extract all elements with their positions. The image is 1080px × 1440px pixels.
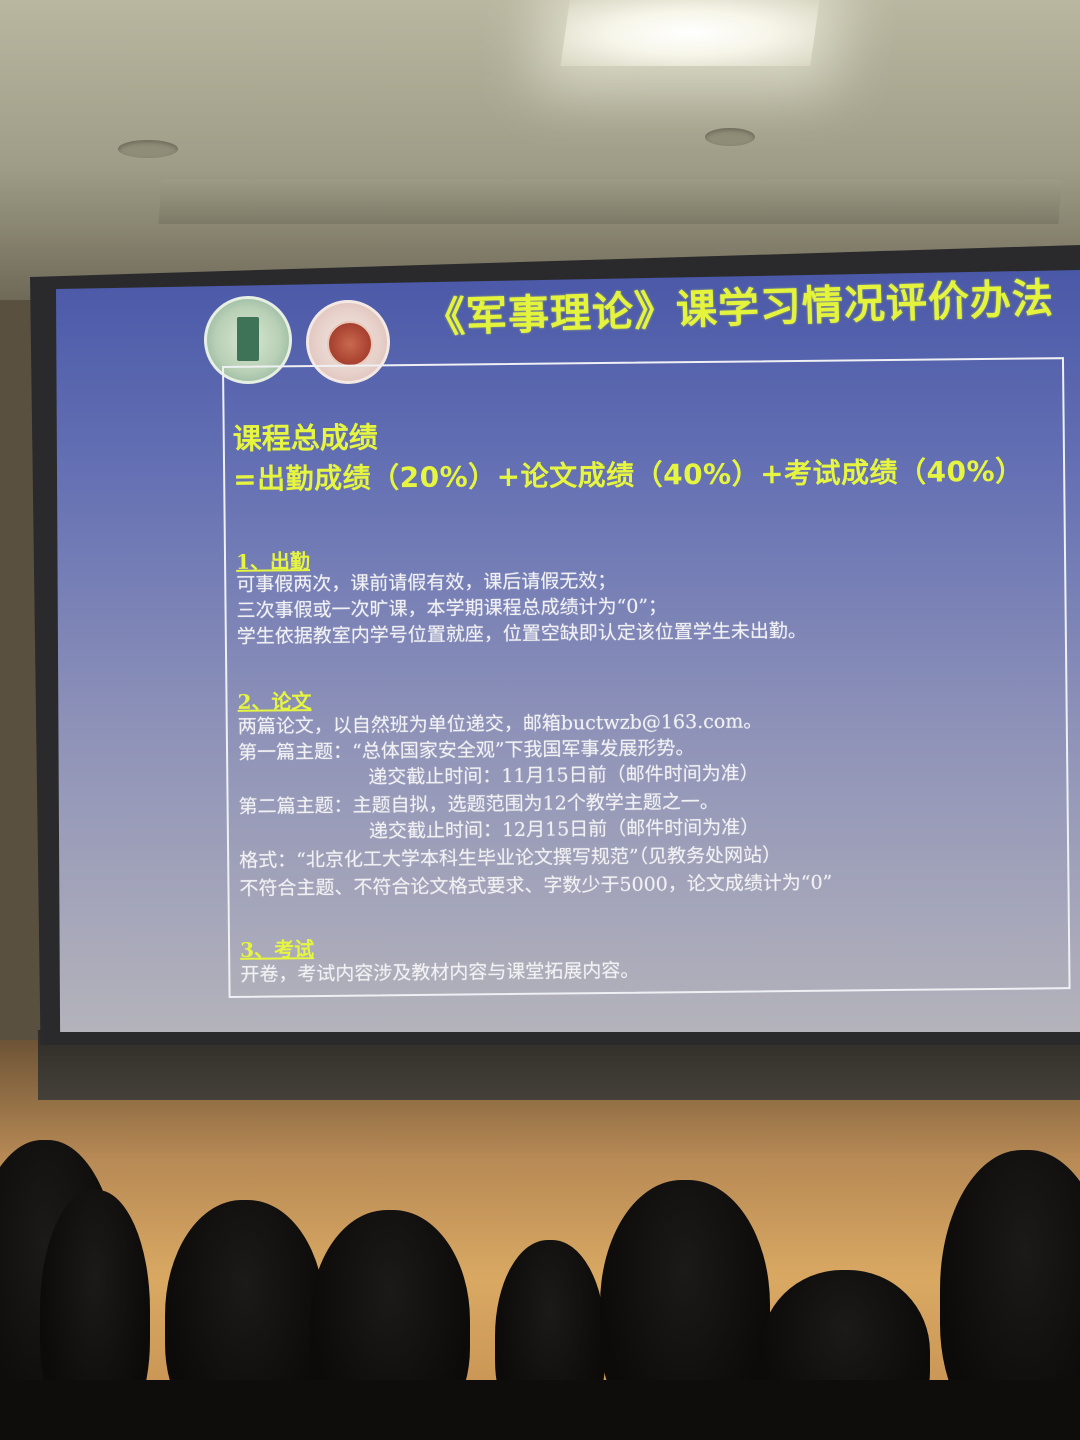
total-grade-label: 课程总成绩 xyxy=(232,420,378,456)
paper-line: 格式：“北京化工大学本科生毕业论文撰写规范”（见教务处网站） xyxy=(239,844,782,872)
projected-slide: 《军事理论》课学习情况评价办法 课程总成绩 =出勤成绩（20%）+论文成绩（40… xyxy=(56,270,1080,1032)
content-box: 课程总成绩 =出勤成绩（20%）+论文成绩（40%）+考试成绩（40%） 1、出… xyxy=(222,357,1071,998)
paper-line: 递交截止时间：12月15日前（邮件时间为准） xyxy=(368,816,760,843)
ceiling-light xyxy=(560,0,820,66)
paper-line: 递交截止时间：11月15日前（邮件时间为准） xyxy=(368,762,759,789)
audience-shoulders xyxy=(0,1380,1080,1440)
tower-icon xyxy=(237,317,259,361)
ceiling-downlight xyxy=(705,128,755,146)
attendance-line: 学生依据教室内学号位置就座，位置空缺即认定该位置学生未出勤。 xyxy=(236,619,807,648)
paper-line: 不符合主题、不符合论文格式要求、字数少于5000，论文成绩计为“0” xyxy=(239,871,833,900)
exam-line: 开卷，考试内容涉及教材内容与课堂拓展内容。 xyxy=(240,959,640,986)
seal-icon xyxy=(327,321,373,367)
grade-formula: =出勤成绩（20%）+论文成绩（40%）+考试成绩（40%） xyxy=(233,454,1024,496)
ceiling-vent xyxy=(158,180,1062,224)
ceiling-downlight xyxy=(118,140,178,158)
